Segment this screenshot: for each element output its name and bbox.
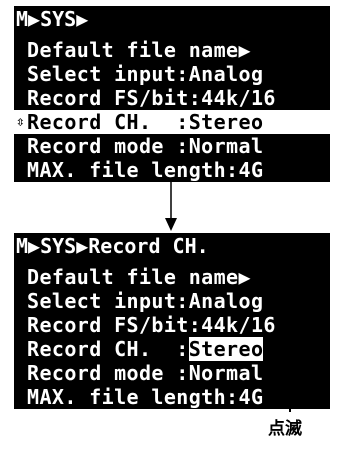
menu-item-record-fs-bit[interactable]: Record FS/bit:44k/16 xyxy=(14,313,330,337)
menu-item-label: MAX. file length:4G xyxy=(27,385,264,409)
menu-item-select-input[interactable]: Select input:Analog xyxy=(14,62,330,86)
menu-item-record-fs-bit[interactable]: Record FS/bit:44k/16 xyxy=(14,86,330,110)
menu-item-label: Record FS/bit:44k/16 xyxy=(27,86,276,110)
menu-list: Default file name▶ Select input:Analog R… xyxy=(14,265,330,409)
menu-item-label: MAX. file length:4G xyxy=(27,158,264,182)
menu-item-max-file-length[interactable]: MAX. file length:4G xyxy=(14,158,330,182)
blinking-value[interactable]: Stereo xyxy=(188,337,264,361)
menu-item-label: Default file name▶ xyxy=(27,265,251,289)
menu-list: Default file name▶ Select input:Analog R… xyxy=(14,38,330,182)
menu-item-default-file-name[interactable]: Default file name▶ xyxy=(14,265,330,289)
menu-item-label: Record mode :Normal xyxy=(27,134,264,158)
menu-item-label: Select input:Analog xyxy=(27,62,264,86)
breadcrumb: M▶SYS▶ xyxy=(16,7,89,31)
menu-item-label: Record mode :Normal xyxy=(27,361,264,385)
menu-item-label: Default file name▶ xyxy=(27,38,251,62)
lcd-screen-before: M▶SYS▶ Default file name▶ Select input:A… xyxy=(14,6,330,182)
menu-item-record-mode[interactable]: Record mode :Normal xyxy=(14,134,330,158)
menu-item-label: Record CH. : xyxy=(27,337,189,361)
breadcrumb: M▶SYS▶Record CH. xyxy=(16,234,209,258)
lcd-screen-after: M▶SYS▶Record CH. Default file name▶ Sele… xyxy=(14,233,330,409)
menu-item-label: Record FS/bit:44k/16 xyxy=(27,313,276,337)
menu-item-record-ch[interactable]: ⇳ Record CH. :Stereo xyxy=(14,110,330,134)
menu-item-label: Record CH. :Stereo xyxy=(27,110,264,134)
callout-line xyxy=(289,346,291,412)
down-arrow-icon xyxy=(165,182,177,231)
menu-item-record-ch[interactable]: Record CH. :Stereo xyxy=(14,337,330,361)
up-down-cursor-icon: ⇳ xyxy=(16,114,25,130)
menu-item-select-input[interactable]: Select input:Analog xyxy=(14,289,330,313)
menu-item-default-file-name[interactable]: Default file name▶ xyxy=(14,38,330,62)
menu-item-label: Select input:Analog xyxy=(27,289,264,313)
menu-item-record-mode[interactable]: Record mode :Normal xyxy=(14,361,330,385)
menu-item-max-file-length[interactable]: MAX. file length:4G xyxy=(14,385,330,409)
blink-callout-label: 点滅 xyxy=(268,419,302,439)
